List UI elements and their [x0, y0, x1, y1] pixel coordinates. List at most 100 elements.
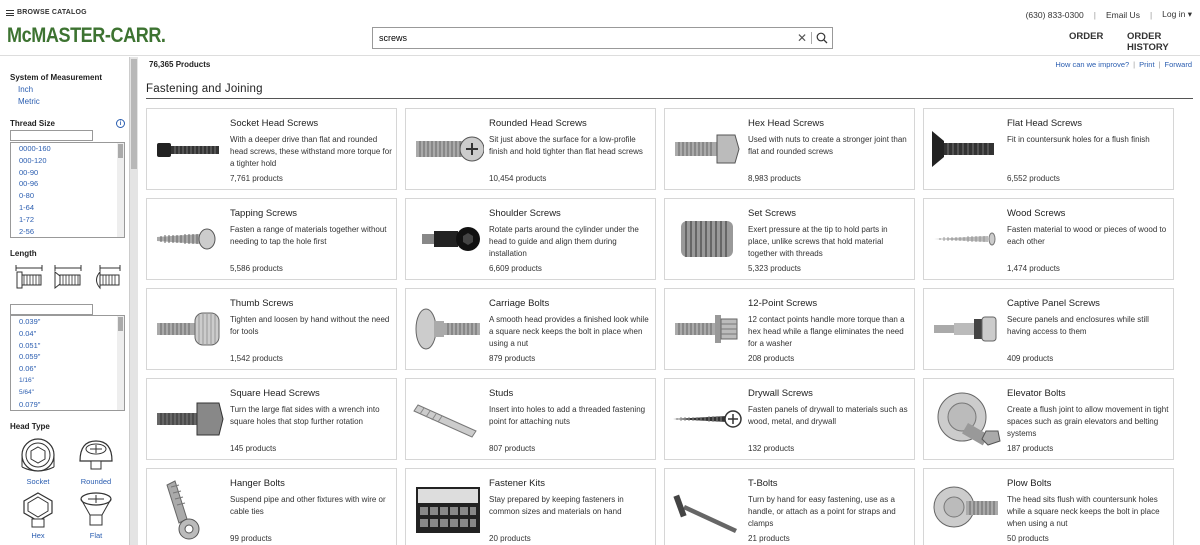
head-type-flat[interactable]: Flat: [68, 489, 124, 540]
product-card-title[interactable]: Rounded Head Screws: [489, 118, 587, 129]
section-title: Fastening and Joining: [146, 83, 263, 95]
head-type-socket[interactable]: Socket: [10, 435, 66, 486]
order-history-link[interactable]: ORDER HISTORY: [1127, 31, 1200, 53]
measurement-metric-link[interactable]: Metric: [18, 97, 40, 106]
thread-size-item[interactable]: 1-64: [11, 202, 124, 214]
browse-catalog-button[interactable]: BROWSE CATALOG: [6, 9, 87, 16]
thread-size-item[interactable]: 2-56: [11, 226, 124, 237]
product-card-title[interactable]: Drywall Screws: [748, 388, 813, 399]
thread-size-item[interactable]: 0-80: [11, 190, 124, 202]
product-card[interactable]: Captive Panel Screws Secure panels and en…: [923, 288, 1174, 370]
product-card-title[interactable]: Flat Head Screws: [1007, 118, 1082, 129]
product-card[interactable]: Thumb Screws Tighten and loosen by hand w…: [146, 288, 397, 370]
product-card-title[interactable]: Shoulder Screws: [489, 208, 561, 219]
length-item[interactable]: 0.04": [11, 328, 124, 340]
length-item[interactable]: 0.079": [11, 399, 124, 410]
product-card[interactable]: Plow Bolts The head sits flush with count…: [923, 468, 1174, 545]
product-card-count: 50 products: [1007, 534, 1049, 543]
socket-screw-icon: [157, 143, 219, 157]
search-input[interactable]: [373, 28, 793, 48]
length-rounded-icon[interactable]: [92, 264, 122, 290]
product-card[interactable]: Set Screws Exert pressure at the tip to h…: [664, 198, 915, 280]
product-card-title[interactable]: Thumb Screws: [230, 298, 293, 309]
product-card-description: 12 contact points handle more torque tha…: [748, 315, 905, 348]
length-item[interactable]: 0.051": [11, 340, 124, 352]
product-card-title[interactable]: Carriage Bolts: [489, 298, 549, 309]
list-scrollbar[interactable]: [117, 316, 124, 410]
sidebar-scrollbar-thumb[interactable]: [131, 59, 137, 169]
thread-size-item[interactable]: 1-72: [11, 214, 124, 226]
thread-size-item[interactable]: 000-120: [11, 155, 124, 167]
list-scrollbar-thumb[interactable]: [118, 317, 123, 331]
thread-size-filter-input[interactable]: [10, 130, 93, 141]
length-heading: Length: [10, 249, 37, 258]
length-filter-input[interactable]: [10, 304, 93, 315]
product-card[interactable]: Hanger Bolts Suspend pipe and other fixtu…: [146, 468, 397, 545]
product-card-title[interactable]: Plow Bolts: [1007, 478, 1051, 489]
product-card[interactable]: Flat Head Screws Fit in countersunk holes…: [923, 108, 1174, 190]
product-card[interactable]: Square Head Screws Turn the large flat si…: [146, 378, 397, 460]
product-card[interactable]: Carriage Bolts A smooth head provides a f…: [405, 288, 656, 370]
length-type-icons: [14, 264, 122, 290]
product-card-title[interactable]: Hex Head Screws: [748, 118, 824, 129]
product-card-title[interactable]: Elevator Bolts: [1007, 388, 1066, 399]
length-flat-icon[interactable]: [53, 264, 83, 290]
forward-link[interactable]: Forward: [1164, 60, 1192, 69]
length-item[interactable]: 5/64": [11, 387, 124, 399]
product-card[interactable]: Wood Screws Fasten material to wood or pi…: [923, 198, 1174, 280]
product-card-title[interactable]: Fastener Kits: [489, 478, 545, 489]
product-card-title[interactable]: Studs: [489, 388, 513, 399]
search-icon[interactable]: [812, 28, 832, 48]
email-us-link[interactable]: Email Us: [1106, 10, 1140, 20]
order-link[interactable]: ORDER: [1069, 31, 1103, 42]
clear-icon[interactable]: ✕: [793, 31, 811, 45]
product-card[interactable]: Rounded Head Screws Sit just above the su…: [405, 108, 656, 190]
info-icon[interactable]: i: [116, 119, 125, 128]
login-link[interactable]: Log in ▾: [1162, 9, 1192, 20]
product-card-description: Tighten and loosen by hand without the n…: [230, 315, 390, 336]
product-card-title[interactable]: Captive Panel Screws: [1007, 298, 1100, 309]
thread-size-item[interactable]: 00-96: [11, 178, 124, 190]
product-card[interactable]: Tapping Screws Fasten a range of material…: [146, 198, 397, 280]
length-item[interactable]: 0.059": [11, 351, 124, 363]
product-card[interactable]: Elevator Bolts Create a flush joint to al…: [923, 378, 1174, 460]
head-type-hex[interactable]: Hex: [10, 489, 66, 540]
thread-size-item[interactable]: 0000-160: [11, 143, 124, 155]
product-card[interactable]: Socket Head Screws With a deeper drive th…: [146, 108, 397, 190]
product-card-count: 5,586 products: [230, 264, 283, 273]
list-scrollbar-thumb[interactable]: [118, 144, 123, 158]
product-card-title[interactable]: Hanger Bolts: [230, 478, 285, 489]
flat-head-icon: [80, 492, 112, 526]
product-card-title[interactable]: Socket Head Screws: [230, 118, 318, 129]
product-card-title[interactable]: Wood Screws: [1007, 208, 1065, 219]
product-card-title[interactable]: 12-Point Screws: [748, 298, 817, 309]
product-card[interactable]: T-Bolts Turn by hand for easy fastening, …: [664, 468, 915, 545]
thread-size-item[interactable]: 00-90: [11, 167, 124, 179]
product-card[interactable]: Drywall Screws Fasten panels of drywall t…: [664, 378, 915, 460]
product-card-count: 6,609 products: [489, 264, 542, 273]
length-item[interactable]: 1/16": [11, 375, 124, 387]
length-item[interactable]: 0.06": [11, 363, 124, 375]
print-link[interactable]: Print: [1139, 60, 1154, 69]
product-card-title[interactable]: Set Screws: [748, 208, 796, 219]
product-card-title[interactable]: Square Head Screws: [230, 388, 320, 399]
product-card[interactable]: Studs Insert into holes to add a threaded…: [405, 378, 656, 460]
product-card-title[interactable]: T-Bolts: [748, 478, 778, 489]
square-head-screw-icon: [157, 402, 224, 436]
length-overall-icon[interactable]: [14, 264, 44, 290]
measurement-inch-link[interactable]: Inch: [18, 85, 33, 94]
top-links: (630) 833-0300 | Email Us | Log in ▾: [1026, 9, 1192, 20]
product-card[interactable]: Hex Head Screws Used with nuts to create …: [664, 108, 915, 190]
t-bolt-icon: [673, 494, 737, 533]
list-scrollbar[interactable]: [117, 143, 124, 237]
sidebar-scrollbar[interactable]: [130, 57, 138, 545]
product-card-title[interactable]: Tapping Screws: [230, 208, 297, 219]
product-card[interactable]: Shoulder Screws Rotate parts around the c…: [405, 198, 656, 280]
improve-link[interactable]: How can we improve?: [1055, 60, 1129, 69]
product-card[interactable]: 12-Point Screws 12 contact points handle …: [664, 288, 915, 370]
length-item[interactable]: 0.039": [11, 316, 124, 328]
product-card[interactable]: Fastener Kits Stay prepared by keeping fa…: [405, 468, 656, 545]
logo[interactable]: McMASTER-CARR.: [7, 24, 166, 48]
head-type-rounded[interactable]: Rounded: [68, 435, 124, 486]
head-type-label: Hex: [31, 531, 45, 540]
